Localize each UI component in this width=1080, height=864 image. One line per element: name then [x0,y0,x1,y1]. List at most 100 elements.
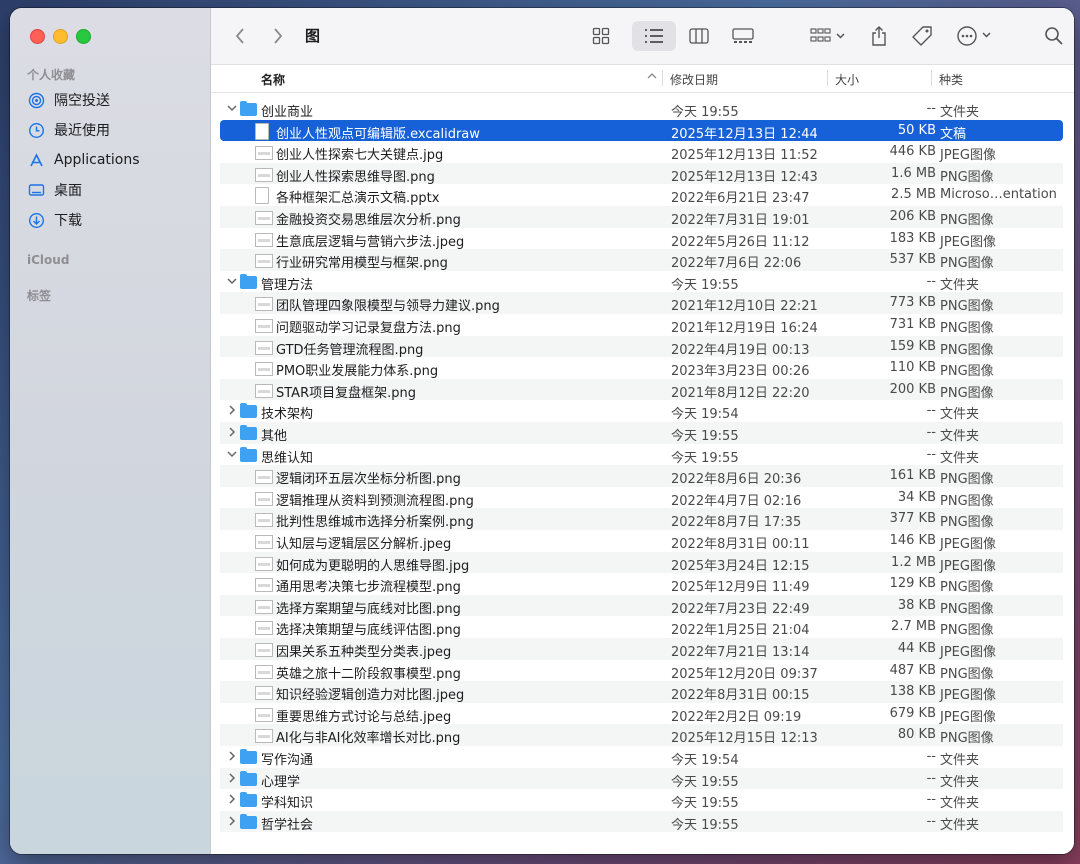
item-size: -- [926,813,936,829]
disclosure-collapsed-icon[interactable] [226,772,238,784]
folder-row[interactable]: 创业商业 今天 19:55 -- 文件夹 [220,98,1063,120]
file-row[interactable]: 团队管理四象限模型与领导力建议.png 2021年12月10日 22:21 773 … [220,292,1063,314]
file-row[interactable]: 因果关系五种类型分类表.jpeg 2022年7月21日 13:14 44 KB JPE… [220,638,1063,660]
item-kind: 文件夹 [940,753,980,768]
file-row[interactable]: 问题驱动学习记录复盘方法.png 2021年12月19日 16:24 731 KB P… [220,314,1063,336]
folder-row[interactable]: 思维认知 今天 19:55 -- 文件夹 [220,444,1063,466]
icon-view-button[interactable] [589,21,613,51]
column-header-kind[interactable]: 种类 [939,71,963,88]
sidebar-item-desktop[interactable]: 桌面 [28,177,82,203]
sidebar-item-airdrop[interactable]: 隔空投送 [28,87,110,113]
sidebar-item-recents[interactable]: 最近使用 [28,117,110,143]
forward-button[interactable] [266,24,290,48]
disclosure-collapsed-icon[interactable] [226,750,238,762]
share-button[interactable] [867,21,891,51]
item-kind: JPEG图像 [940,558,996,574]
item-size: -- [926,446,936,462]
file-row[interactable]: 各种框架汇总演示文稿.pptx 2022年6月21日 23:47 2.5 MB Mic… [220,184,1063,206]
item-date: 今天 19:54 [671,753,739,768]
gallery-view-button[interactable] [731,21,755,51]
folder-icon [240,749,257,764]
folder-row[interactable]: 学科知识 今天 19:55 -- 文件夹 [220,789,1063,811]
item-kind: PNG图像 [940,213,994,228]
back-button[interactable] [228,24,252,48]
file-row[interactable]: 选择方案期望与底线对比图.png 2022年7月23日 22:49 38 KB PNG… [220,594,1063,617]
item-date: 2022年7月23日 22:49 [671,601,810,617]
image-file-icon [255,319,273,333]
file-row[interactable]: 逻辑闭环五层次坐标分析图.png 2022年8月6日 20:36 161 KB PNG… [220,465,1063,487]
disclosure-collapsed-icon[interactable] [226,815,238,827]
search-button[interactable] [1042,21,1066,51]
file-row[interactable]: 知识经验逻辑创造力对比图.jpeg 2022年8月31日 00:15 138 KB J… [220,681,1063,703]
item-size: 206 KB [889,209,936,224]
file-row[interactable]: AI化与非AI化效率增长对比.png 2025年12月15日 12:13 80 KB… [220,724,1063,746]
item-date: 2025年12月13日 12:44 [671,126,818,142]
item-date: 今天 19:55 [671,450,739,466]
folder-row[interactable]: 写作沟通 今天 19:54 -- 文件夹 [220,746,1063,768]
zoom-button[interactable] [76,29,91,44]
file-row[interactable]: 选择决策期望与底线评估图.png 2022年1月25日 21:04 2.7 MB PN… [220,616,1063,638]
file-row[interactable]: 创业人性探索思维导图.png 2025年12月13日 12:43 1.6 MB PNG… [220,162,1063,185]
file-row[interactable]: 重要思维方式讨论与总结.jpeg 2022年2月2日 09:19 679 KB JPE… [220,703,1063,725]
folder-icon [240,446,257,462]
item-size: 1.2 MB [891,554,936,570]
file-row[interactable]: 金融投资交易思维层次分析.png 2022年7月31日 19:01 206 KB PN… [220,206,1063,228]
disclosure-expanded-icon[interactable] [226,448,238,460]
file-row[interactable]: 批判性思维城市选择分析案例.png 2022年8月7日 17:35 377 KB PN… [220,508,1063,530]
item-name: 学科知识 [261,796,314,812]
item-date: 2021年12月19日 16:24 [671,321,818,336]
item-name: 团队管理四象限模型与领导力建议.png [276,299,500,315]
image-file-icon [255,211,273,225]
disclosure-collapsed-icon[interactable] [226,793,238,805]
file-row[interactable]: 创业人性探索七大关键点.jpg 2025年12月13日 11:52 446 KB JP… [220,141,1063,163]
file-row[interactable]: 生意底层逻辑与营销六步法.jpeg 2022年5月26日 11:12 183 KB J… [220,228,1063,250]
column-header-date[interactable]: 修改日期 [670,71,718,88]
image-file-icon [255,491,273,506]
file-row[interactable]: 逻辑推理从资料到预测流程图.png 2022年4月7日 02:16 34 KB PNG… [220,487,1063,509]
item-date: 今天 19:55 [671,105,739,120]
column-separator [827,70,828,86]
item-name: 写作沟通 [261,753,314,768]
file-row[interactable]: PMO职业发展能力体系.png 2023年3月23日 00:26 110 KB PNG… [220,357,1063,379]
image-file-icon [255,362,273,377]
column-header-size[interactable]: 大小 [835,71,859,88]
close-button[interactable] [30,29,45,44]
folder-row[interactable]: 技术架构 今天 19:54 -- 文件夹 [220,400,1063,422]
disclosure-collapsed-icon[interactable] [226,404,238,416]
file-row[interactable]: 认知层与逻辑层区分解析.jpeg 2022年8月31日 00:11 146 KB JP… [220,530,1063,552]
folder-row[interactable]: 其他 今天 19:55 -- 文件夹 [220,422,1063,444]
file-row[interactable]: GTD任务管理流程图.png 2022年4月19日 00:13 159 KB PNG图… [220,335,1063,358]
desktop-icon [28,182,45,199]
download-icon [28,212,45,229]
disclosure-expanded-icon[interactable] [226,275,238,287]
file-row[interactable]: 创业人性观点可编辑版.excalidraw 2025年12月13日 12:44 50… [220,119,1063,142]
item-size: 138 KB [889,684,936,700]
file-row[interactable]: STAR项目复盘框架.png 2021年8月12日 22:20 200 KB PNG图… [220,378,1063,401]
list-view-button[interactable] [632,21,676,51]
sort-chevron-icon [647,70,657,84]
item-name: 通用思考决策七步流程模型.png [276,580,461,596]
file-row[interactable]: 英雄之旅十二阶段叙事模型.png 2025年12月20日 09:37 487 KB P… [220,660,1063,682]
file-row[interactable]: 通用思考决策七步流程模型.png 2025年12月9日 11:49 129 KB PN… [220,573,1063,595]
tags-button[interactable] [910,21,934,51]
folder-row[interactable]: 管理方法 今天 19:55 -- 文件夹 [220,271,1063,293]
group-by-button[interactable] [808,21,848,51]
disclosure-collapsed-icon[interactable] [226,426,238,438]
file-row[interactable]: 行业研究常用模型与框架.png 2022年7月6日 22:06 537 KB PNG图… [220,249,1063,271]
sidebar-item-applications[interactable]: Applications [28,147,140,173]
column-view-button[interactable] [687,21,711,51]
file-row[interactable]: 如何成为更聪明的人思维导图.jpg 2025年3月24日 12:15 1.2 MB J… [220,551,1063,574]
column-header-name[interactable]: 名称 [261,71,285,88]
minimize-button[interactable] [53,29,68,44]
item-size: 200 KB [889,381,936,397]
image-file-icon [255,146,273,161]
image-file-icon [255,643,273,657]
folder-row[interactable]: 心理学 今天 19:55 -- 文件夹 [220,767,1063,790]
item-date: 2025年12月13日 12:43 [671,169,818,185]
disclosure-expanded-icon[interactable] [226,102,238,114]
more-actions-button[interactable] [955,21,997,51]
folder-icon [240,813,257,829]
item-kind: JPEG图像 [940,688,996,704]
folder-row[interactable]: 哲学社会 今天 19:55 -- 文件夹 [220,810,1063,833]
sidebar-item-downloads[interactable]: 下载 [28,207,82,233]
